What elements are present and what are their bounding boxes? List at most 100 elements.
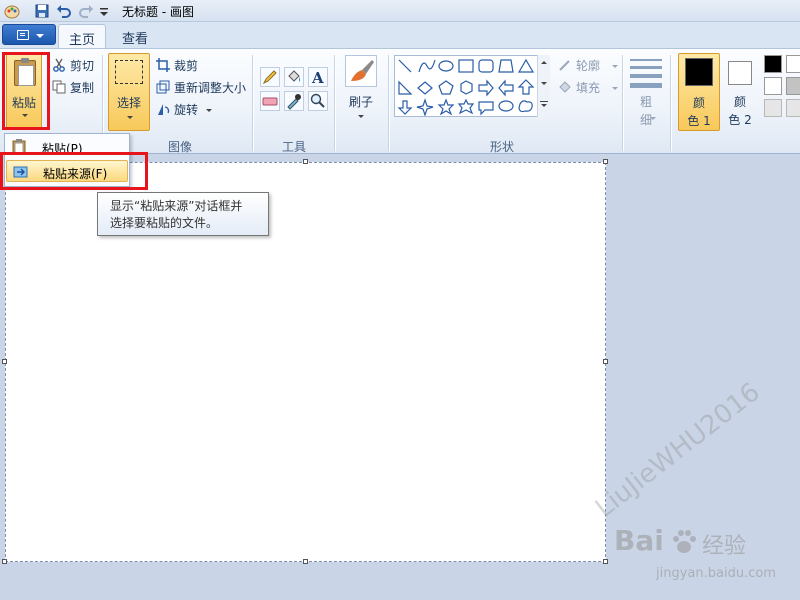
chevron-down-icon: [611, 65, 618, 68]
watermark-brand2: 经验: [702, 534, 747, 559]
tab-home[interactable]: 主页: [58, 24, 107, 48]
magnifier-icon[interactable]: [308, 91, 328, 111]
color1-label-2: 色 1: [687, 114, 711, 128]
window-title: 无标题 - 画图: [122, 5, 194, 19]
select-button[interactable]: 选择: [108, 53, 150, 131]
fill-label: 填充: [576, 81, 601, 95]
title-bar: 无标题 - 画图: [0, 0, 800, 22]
fill-button[interactable]: 填充: [558, 79, 618, 97]
cut-button[interactable]: 剪切: [52, 57, 94, 75]
chevron-down-icon: [205, 109, 212, 112]
palette-swatch[interactable]: [764, 55, 782, 73]
chevron-down-icon: [127, 116, 133, 119]
outline-button[interactable]: 轮廓: [558, 57, 618, 75]
highlight-box-paste-from: [0, 152, 148, 190]
tooltip-line-1: 显示“粘贴来源”对话框并: [110, 199, 243, 213]
tab-view[interactable]: 查看: [112, 24, 158, 48]
crop-label: 裁剪: [174, 59, 199, 73]
crop-button[interactable]: 裁剪: [156, 57, 198, 75]
eraser-icon[interactable]: [260, 91, 280, 111]
resize-label: 重新调整大小: [174, 81, 247, 95]
separator: [622, 55, 623, 151]
outline-label: 轮廓: [576, 59, 601, 73]
tooltip: 显示“粘贴来源”对话框并 选择要粘贴的文件。: [97, 192, 269, 236]
drawing-canvas[interactable]: [5, 162, 606, 562]
line-size-icon: [630, 59, 662, 88]
size-label-1: 粗: [639, 95, 652, 109]
fill-bucket-icon[interactable]: [284, 67, 304, 87]
pencil-icon[interactable]: [260, 67, 280, 87]
undo-icon[interactable]: [56, 3, 72, 19]
rotate-button[interactable]: 旋转: [156, 101, 212, 119]
document-icon: [17, 30, 29, 40]
customize-qat-icon[interactable]: [98, 3, 114, 19]
resize-handle[interactable]: [603, 159, 608, 164]
separator: [334, 55, 335, 151]
color1-button[interactable]: 颜 色 1: [678, 53, 720, 131]
group-label-image: 图像: [167, 140, 192, 154]
chevron-down-icon[interactable]: [541, 82, 547, 85]
shapes-icons: [397, 58, 535, 117]
chevron-down-icon: [36, 34, 44, 38]
palette-swatch[interactable]: [764, 99, 782, 117]
rotate-label: 旋转: [174, 103, 199, 117]
size-button[interactable]: 粗 细: [628, 53, 664, 131]
color2-label-2: 色 2: [728, 113, 752, 127]
shapes-scrollbar[interactable]: [537, 55, 550, 117]
color2-label-1: 颜: [733, 95, 746, 109]
text-icon[interactable]: A: [308, 67, 328, 87]
resize-icon: [156, 80, 170, 94]
select-label: 选择: [116, 96, 141, 110]
chevron-down-icon: [611, 87, 618, 90]
paw-icon: [670, 528, 698, 556]
resize-button[interactable]: 重新调整大小: [156, 79, 246, 97]
separator: [252, 55, 253, 151]
redo-icon[interactable]: [78, 3, 94, 19]
fill-icon: [558, 80, 572, 94]
svg-text:A: A: [311, 69, 324, 86]
resize-handle[interactable]: [2, 359, 7, 364]
resize-handle[interactable]: [603, 359, 608, 364]
paint-app-icon[interactable]: [4, 3, 20, 19]
size-label-2: 细: [639, 113, 652, 127]
brushes-button[interactable]: 刷子: [342, 53, 380, 131]
copy-button[interactable]: 复制: [52, 79, 94, 97]
brushes-label: 刷子: [348, 95, 373, 109]
group-label-shapes: 形状: [489, 140, 514, 154]
chevron-down-icon: [650, 117, 656, 120]
chevron-down-icon: [358, 115, 364, 118]
watermark-brand: Bai: [614, 524, 664, 557]
copy-icon: [52, 80, 66, 94]
brush-icon: [345, 55, 377, 87]
palette-swatch[interactable]: [764, 77, 782, 95]
watermark-url: jingyan.baidu.com: [656, 566, 776, 581]
copy-label: 复制: [70, 81, 95, 95]
baidu-watermark-logo: Bai 经验: [614, 524, 764, 564]
color1-label-1: 颜: [692, 96, 705, 110]
save-icon[interactable]: [34, 3, 50, 19]
separator: [388, 55, 389, 151]
color1-swatch: [685, 58, 713, 86]
scissors-icon: [52, 58, 66, 72]
crop-icon: [156, 58, 170, 72]
palette-swatch[interactable]: [786, 77, 800, 95]
highlight-box-paste: [2, 52, 50, 130]
expand-gallery-icon[interactable]: [540, 101, 548, 109]
outline-icon: [558, 58, 572, 72]
cut-label: 剪切: [70, 59, 95, 73]
chevron-up-icon[interactable]: [541, 61, 547, 64]
ribbon-tabs: 主页 查看: [0, 22, 800, 48]
resize-handle[interactable]: [303, 159, 308, 164]
color2-swatch: [728, 61, 752, 85]
resize-handle[interactable]: [2, 559, 7, 564]
resize-handle[interactable]: [603, 559, 608, 564]
resize-handle[interactable]: [303, 559, 308, 564]
shapes-gallery[interactable]: [394, 55, 550, 117]
selection-icon: [115, 60, 143, 84]
palette-swatch[interactable]: [786, 99, 800, 117]
group-label-tools: 工具: [281, 140, 306, 154]
palette-swatch[interactable]: [786, 55, 800, 73]
color-picker-icon[interactable]: [284, 91, 304, 111]
paint-menu-button[interactable]: [2, 24, 56, 45]
color2-button[interactable]: 颜 色 2: [722, 53, 758, 131]
